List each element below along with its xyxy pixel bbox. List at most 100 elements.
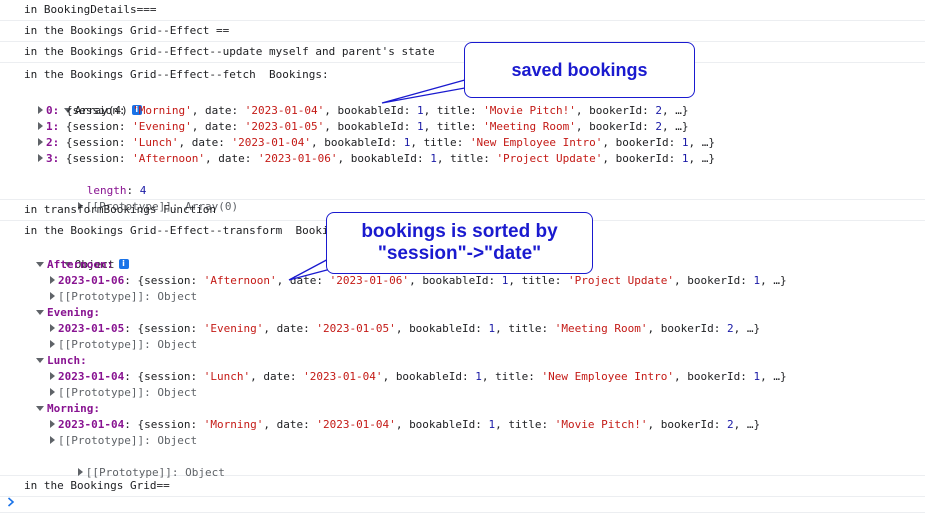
bookable-id-value: 1 bbox=[416, 104, 424, 117]
colon: : bbox=[642, 104, 656, 117]
callout-sorted-bookings: bookings is sorted by "session"->"date" bbox=[326, 212, 593, 274]
comma: , bbox=[423, 120, 437, 133]
chevron-right-icon bbox=[7, 497, 15, 507]
group-prototype-row[interactable]: [[Prototype]]: Object bbox=[0, 337, 925, 353]
key-title: title bbox=[450, 152, 484, 165]
comma: , bbox=[733, 418, 747, 431]
object-group-toggle[interactable]: Evening: bbox=[0, 305, 925, 321]
comma: , bbox=[324, 120, 338, 133]
group-prototype-row[interactable]: [[Prototype]]: Object bbox=[0, 433, 925, 449]
expand-right-icon[interactable] bbox=[50, 388, 55, 396]
group-prototype-row[interactable]: [[Prototype]]: Object bbox=[0, 385, 925, 401]
date-value: '2023-01-06' bbox=[329, 274, 410, 287]
object-group-toggle[interactable]: Lunch: bbox=[0, 353, 925, 369]
expand-down-icon[interactable] bbox=[36, 357, 44, 363]
brace: { bbox=[65, 120, 73, 133]
callout-saved-bookings: saved bookings bbox=[464, 42, 695, 98]
expand-right-icon[interactable] bbox=[50, 436, 55, 444]
group-item-row[interactable]: 2023-01-04: {session: 'Lunch', date: '20… bbox=[0, 369, 925, 385]
comma: , bbox=[178, 136, 192, 149]
session-value: 'Morning' bbox=[203, 418, 264, 431]
colon: : bbox=[713, 322, 727, 335]
expand-right-icon[interactable] bbox=[50, 420, 55, 428]
comma: , bbox=[662, 120, 676, 133]
expand-down-icon[interactable] bbox=[36, 261, 44, 267]
comma: , bbox=[647, 322, 661, 335]
title-value: 'Meeting Room' bbox=[554, 322, 648, 335]
expand-down-icon[interactable] bbox=[36, 405, 44, 411]
key-session: session bbox=[72, 152, 119, 165]
title-value: 'Project Update' bbox=[496, 152, 603, 165]
group-item-row[interactable]: 2023-01-04: {session: 'Morning', date: '… bbox=[0, 417, 925, 433]
expand-right-icon[interactable] bbox=[50, 292, 55, 300]
colon: : bbox=[475, 322, 489, 335]
array-item-row[interactable]: 1: {session: 'Evening', date: '2023-01-0… bbox=[0, 119, 925, 135]
array-item-row[interactable]: 0: {session: 'Morning', date: '2023-01-0… bbox=[0, 103, 925, 119]
log-message-text: in the Bookings Grid--Effect--update mys… bbox=[24, 45, 435, 58]
session-value: 'Evening' bbox=[132, 120, 192, 133]
comma: , bbox=[337, 152, 351, 165]
group-item-row[interactable]: 2023-01-05: {session: 'Evening', date: '… bbox=[0, 321, 925, 337]
session-value: 'Afternoon' bbox=[132, 152, 205, 165]
booker-id-value: 2 bbox=[727, 322, 734, 335]
key-session: session bbox=[72, 136, 119, 149]
expand-right-icon[interactable] bbox=[50, 340, 55, 348]
expand-right-icon[interactable] bbox=[50, 276, 55, 284]
array-index: 2: bbox=[46, 136, 66, 149]
comma: , bbox=[324, 104, 338, 117]
colon: : bbox=[740, 370, 754, 383]
array-item-row[interactable]: 3: {session: 'Afternoon', date: '2023-01… bbox=[0, 151, 925, 167]
key-title: title bbox=[521, 274, 555, 287]
array-prototype-row[interactable]: [[Prototype]]: Array(0) bbox=[0, 183, 925, 213]
key-title: title bbox=[423, 136, 457, 149]
key-booker-id: bookerId bbox=[589, 120, 643, 133]
title-value: 'New Employee Intro' bbox=[541, 370, 674, 383]
expand-right-icon[interactable] bbox=[50, 324, 55, 332]
key-title: title bbox=[436, 104, 470, 117]
group-item-row[interactable]: 2023-01-06: {session: 'Afternoon', date:… bbox=[0, 273, 925, 289]
key-title: title bbox=[436, 120, 470, 133]
expand-right-icon[interactable] bbox=[38, 106, 43, 114]
expand-right-icon[interactable] bbox=[77, 468, 83, 476]
expand-right-icon[interactable] bbox=[38, 138, 43, 146]
log-message: in BookingDetails=== bbox=[0, 0, 925, 21]
key-booker-id: bookerId bbox=[589, 104, 643, 117]
comma: , bbox=[760, 274, 774, 287]
colon: : bbox=[124, 274, 138, 287]
key-bookable-id: bookableId bbox=[422, 274, 489, 287]
comma: , bbox=[395, 418, 410, 431]
colon: : bbox=[118, 104, 133, 117]
object-group-toggle[interactable]: Morning: bbox=[0, 401, 925, 417]
colon: : bbox=[244, 152, 258, 165]
expand-right-icon[interactable] bbox=[38, 154, 43, 162]
callout-text: "session"->"date" bbox=[377, 243, 542, 264]
comma: , bbox=[263, 418, 277, 431]
expand-right-icon[interactable] bbox=[50, 372, 55, 380]
comma: , bbox=[688, 136, 702, 149]
expand-right-icon[interactable] bbox=[38, 122, 43, 130]
comma: , bbox=[409, 274, 423, 287]
comma: , bbox=[647, 418, 661, 431]
colon: : bbox=[740, 274, 754, 287]
colon: : bbox=[190, 322, 204, 335]
console-prompt-icon[interactable] bbox=[7, 497, 15, 507]
colon: : bbox=[231, 104, 245, 117]
log-message-text: in the Bookings Grid--Effect--fetch Book… bbox=[24, 68, 329, 81]
array-toggle[interactable]: Array(4) i bbox=[0, 87, 925, 117]
colon: : bbox=[554, 274, 569, 287]
object-prototype-row[interactable]: [[Prototype]]: Object bbox=[0, 449, 925, 479]
log-message-text: in the Bookings Grid== bbox=[24, 479, 170, 492]
group-prototype-row[interactable]: [[Prototype]]: Object bbox=[0, 289, 925, 305]
date-value: '2023-01-04' bbox=[316, 418, 396, 431]
key-date: date bbox=[204, 120, 232, 133]
log-message: in the Bookings Grid--Effect--update mys… bbox=[0, 42, 925, 63]
comma: , bbox=[191, 120, 205, 133]
expand-down-icon[interactable] bbox=[36, 309, 44, 315]
key-bookable-id: bookableId bbox=[324, 136, 391, 149]
key-bookable-id: bookableId bbox=[337, 120, 404, 133]
colon: : bbox=[416, 152, 431, 165]
array-item-row[interactable]: 2: {session: 'Lunch', date: '2023-01-04'… bbox=[0, 135, 925, 151]
date-key: 2023-01-04 bbox=[58, 370, 125, 383]
comma: , bbox=[674, 370, 688, 383]
colon: : bbox=[668, 152, 682, 165]
